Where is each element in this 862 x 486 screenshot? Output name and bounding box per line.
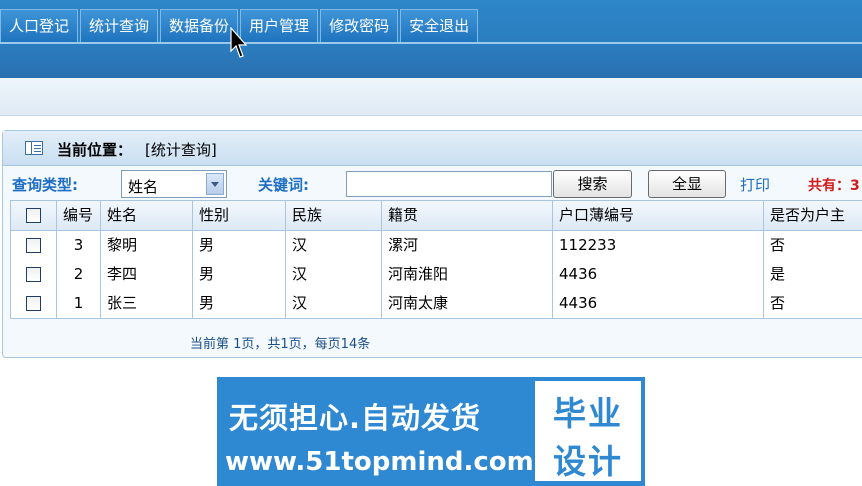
cell-household-no: 4436 [553,289,764,318]
cell-gender: 男 [193,289,286,318]
column-header: 户口薄编号 [553,201,764,230]
mouse-pointer-icon [230,27,248,58]
cell-hometown: 河南淮阳 [382,260,553,289]
location-label: 当前位置： [57,141,133,159]
banner-url: www.51topmind.com [225,447,534,477]
row-checkbox[interactable] [26,238,41,253]
banner-headline: 无须担心.自动发货 [229,401,482,435]
top-navigation-bar: 人口登记 统计查询 数据备份 用户管理 修改密码 安全退出 [0,0,862,78]
row-select-cell [11,289,57,318]
column-header: 籍贯 [382,201,553,230]
search-row: 查询类型: 姓名 关键词: 搜索 全显 打印 共有：3 [0,170,862,200]
cell-is-head: 否 [764,231,862,260]
column-header: 是否为户主 [764,201,862,230]
chevron-down-icon[interactable] [206,173,224,195]
show-all-button[interactable]: 全显 [648,170,726,198]
sub-toolbar [0,78,862,116]
tab-data-backup[interactable]: 数据备份 [160,9,239,42]
row-select-cell [11,260,57,289]
cell-is-head: 是 [764,260,862,289]
panel-header: 当前位置： [统计查询] [3,131,862,166]
cell-household-no: 4436 [553,260,764,289]
results-table: 编号 姓名 性别 民族 籍贯 户口薄编号 是否为户主 3 黎明 男 汉 漯河 1… [10,200,862,319]
cell-id: 2 [57,260,101,289]
cell-household-no: 112233 [553,231,764,260]
tab-change-password[interactable]: 修改密码 [320,9,399,42]
query-type-label: 查询类型: [12,176,78,194]
cell-ethnicity: 汉 [286,260,382,289]
cell-id: 1 [57,289,101,318]
column-header: 编号 [57,201,101,230]
banner-badge: 毕业 设计 [533,379,643,483]
table-row: 1 张三 男 汉 河南太康 4436 否 [11,289,862,319]
row-select-cell [11,231,57,260]
keyword-input[interactable] [346,171,552,197]
column-header: 性别 [193,201,286,230]
table-row: 3 黎明 男 汉 漯河 112233 否 [11,231,862,261]
nav-divider [0,42,862,44]
cell-ethnicity: 汉 [286,289,382,318]
cell-name: 黎明 [101,231,193,260]
cell-hometown: 河南太康 [382,289,553,318]
cell-gender: 男 [193,231,286,260]
row-checkbox[interactable] [26,267,41,282]
cell-gender: 男 [193,260,286,289]
location-value: [统计查询] [145,141,217,159]
cell-ethnicity: 汉 [286,231,382,260]
keyword-label: 关键词: [258,176,309,194]
promo-banner: 无须担心.自动发货 www.51topmind.com 毕业 设计 [217,377,645,486]
column-header: 姓名 [101,201,193,230]
list-icon [25,141,43,155]
banner-badge-line2: 设计 [553,442,623,481]
search-button[interactable]: 搜索 [553,170,632,198]
table-header-row: 编号 姓名 性别 民族 籍贯 户口薄编号 是否为户主 [11,201,862,231]
column-header: 民族 [286,201,382,230]
pagination-info: 当前第 1页，共1页，每页14条 [190,337,371,352]
tab-user-management[interactable]: 用户管理 [240,9,319,42]
cell-hometown: 漯河 [382,231,553,260]
query-type-selected: 姓名 [128,178,159,196]
cell-name: 张三 [101,289,193,318]
table-row: 2 李四 男 汉 河南淮阳 4436 是 [11,260,862,290]
cell-is-head: 否 [764,289,862,318]
tab-population-register[interactable]: 人口登记 [0,9,79,42]
row-checkbox[interactable] [26,296,41,311]
tab-statistics-query[interactable]: 统计查询 [80,9,159,42]
select-all-cell [11,201,57,230]
cell-id: 3 [57,231,101,260]
banner-badge-line1: 毕业 [553,394,623,433]
select-all-checkbox[interactable] [26,208,41,223]
total-count: 共有：3 [808,178,860,194]
cell-name: 李四 [101,260,193,289]
print-link[interactable]: 打印 [740,174,770,195]
query-type-select[interactable]: 姓名 [121,170,227,198]
tab-logout[interactable]: 安全退出 [400,9,479,42]
